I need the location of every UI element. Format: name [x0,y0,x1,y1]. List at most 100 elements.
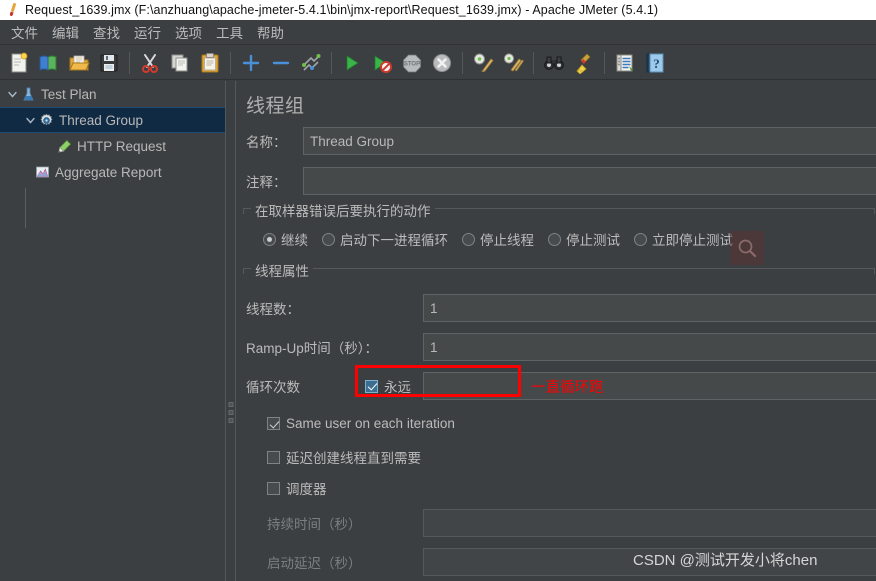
checkbox-scheduler-label: 调度器 [286,482,327,497]
toolbar-separator [230,51,231,74]
radio-label: 停止线程 [480,233,534,248]
radio-mark-icon [322,232,335,246]
loops-label: 循环次数 [246,380,300,395]
expand-all-icon[interactable] [238,50,264,76]
reset-search-icon[interactable] [571,50,597,76]
aggregate-report-icon [34,165,51,180]
comment-field-row: 注释： [246,167,287,195]
tree-node-label: Aggregate Report [55,164,162,180]
checkbox-mark-icon [267,417,280,430]
toggle-icon[interactable] [298,50,324,76]
svg-text:STOP: STOP [404,61,420,67]
toolbar-separator [604,51,605,74]
window-title: Request_1639.jmx (F:\anzhuang\apache-jme… [25,3,659,17]
tree-node-thread-group[interactable]: Thread Group [0,107,225,133]
error-action-radio-group[interactable]: 继续 启动下一进程循环 停止线程 停止测试 立即停止测试 [263,229,747,249]
name-label: 名称： [246,135,287,150]
duration-label: 持续时间（秒） [267,517,362,532]
tree-guide-line [25,188,26,228]
new-icon[interactable] [6,50,32,76]
rampup-label: Ramp-Up时间（秒）： [246,341,379,356]
tree-node-http-request[interactable]: HTTP Request [0,133,225,159]
threads-label: 线程数： [246,302,300,317]
radio-continue[interactable]: 继续 [263,229,308,249]
menu-search[interactable]: 查找 [86,20,127,44]
checkbox-delay-thread-creation[interactable]: 延迟创建线程直到需要 [267,447,421,467]
checkbox-forever-label: 永远 [384,380,411,395]
radio-stop-test-now[interactable]: 立即停止测试 [634,229,733,249]
threads-input[interactable]: 1 [423,294,876,322]
toolbar-separator [462,51,463,74]
radio-mark-icon [462,232,475,246]
radio-stop-test[interactable]: 停止测试 [548,229,620,249]
radio-mark-icon [634,232,647,246]
window-titlebar: Request_1639.jmx (F:\anzhuang\apache-jme… [0,0,876,20]
shutdown-icon[interactable] [429,50,455,76]
thread-properties-group-title: 线程属性 [251,260,313,280]
chevron-down-icon[interactable] [4,90,20,99]
menu-tools[interactable]: 工具 [209,20,250,44]
jmeter-logo-icon [5,2,21,18]
menu-edit[interactable]: 编辑 [45,20,86,44]
error-action-group-title: 在取样器错误后要执行的动作 [251,200,435,220]
open-icon[interactable] [66,50,92,76]
page-title: 线程组 [246,96,305,117]
threads-field-row: 线程数： [246,294,300,322]
search-icon[interactable] [541,50,567,76]
cut-icon[interactable] [137,50,163,76]
menu-options[interactable]: 选项 [168,20,209,44]
tree-node-aggregate-report[interactable]: Aggregate Report [0,159,225,185]
radio-label: 继续 [281,233,308,248]
http-request-icon [56,139,73,154]
templates-icon[interactable] [36,50,62,76]
collapse-all-icon[interactable] [268,50,294,76]
toolbar-separator [129,51,130,74]
name-field-row: 名称： [246,127,287,155]
clear-all-icon[interactable] [500,50,526,76]
checkbox-mark-icon [365,379,378,393]
chevron-down-icon[interactable] [22,116,38,125]
loops-field-row: 循环次数 [246,372,300,400]
rampup-input[interactable]: 1 [423,333,876,361]
help-icon[interactable]: ? [642,50,668,76]
radio-label: 启动下一进程循环 [340,233,448,248]
stop-icon[interactable]: STOP [399,50,425,76]
jmeter-window: Request_1639.jmx (F:\anzhuang\apache-jme… [0,0,876,581]
start-no-pause-icon[interactable] [369,50,395,76]
radio-mark-icon [263,232,276,246]
panel-splitter[interactable] [225,81,236,581]
test-plan-tree[interactable]: Test Plan Thread Group HTTP Request Aggr… [0,81,225,581]
paste-icon[interactable] [197,50,223,76]
menubar: 文件 编辑 查找 运行 选项 工具 帮助 [0,20,876,45]
radio-label: 立即停止测试 [652,233,733,248]
menu-file[interactable]: 文件 [4,20,45,44]
copy-icon[interactable] [167,50,193,76]
tree-node-label: Thread Group [59,112,144,128]
function-helper-icon[interactable] [612,50,638,76]
loops-input[interactable] [423,372,876,400]
name-input[interactable]: Thread Group [303,127,876,155]
menu-help[interactable]: 帮助 [250,20,291,44]
tree-node-test-plan[interactable]: Test Plan [0,81,225,107]
startup-delay-input[interactable] [423,548,876,576]
comment-label: 注释： [246,175,287,190]
toolbar-separator [331,51,332,74]
startup-delay-label: 启动延迟（秒） [267,556,362,571]
splitter-grip[interactable] [228,402,233,423]
checkbox-forever[interactable]: 永远 [365,376,411,396]
radio-stop-thread[interactable]: 停止线程 [462,229,534,249]
radio-mark-icon [548,232,561,246]
checkbox-mark-icon [267,481,280,495]
start-icon[interactable] [339,50,365,76]
radio-start-next-loop[interactable]: 启动下一进程循环 [322,229,448,249]
thread-group-config-panel: 线程组 名称： Thread Group 注释： 在取样器错误后要执行的动作 继… [237,81,876,581]
duration-input[interactable] [423,509,876,537]
checkbox-scheduler[interactable]: 调度器 [267,478,327,498]
menu-run[interactable]: 运行 [127,20,168,44]
save-icon[interactable] [96,50,122,76]
checkbox-same-user-label: Same user on each iteration [286,416,455,431]
radio-label: 停止测试 [566,233,620,248]
comment-input[interactable] [303,167,876,195]
clear-icon[interactable] [470,50,496,76]
checkbox-same-user[interactable]: Same user on each iteration [267,416,455,431]
